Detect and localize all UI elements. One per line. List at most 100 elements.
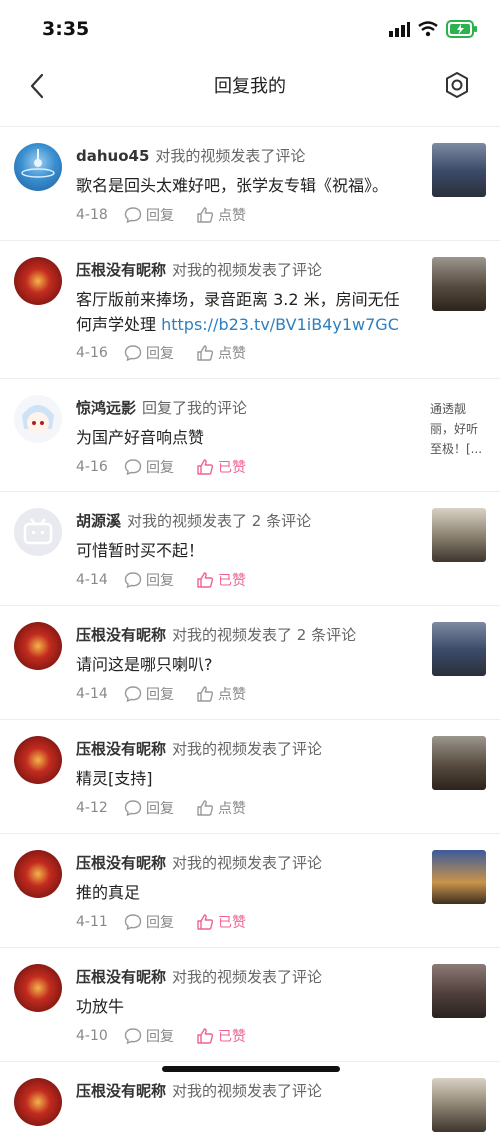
date: 4-16 xyxy=(76,459,108,475)
status-icons xyxy=(388,20,478,38)
action-text: 对我的视频发表了 2 条评论 xyxy=(127,512,312,530)
reply-button[interactable]: 回复 xyxy=(124,684,174,704)
like-button[interactable]: 点赞 xyxy=(196,205,246,225)
date: 4-16 xyxy=(76,345,108,361)
video-thumbnail[interactable] xyxy=(432,964,486,1018)
item-actions: 4-14 回复 点赞 xyxy=(76,684,246,704)
username[interactable]: 压根没有昵称 xyxy=(76,968,166,986)
signal-icon xyxy=(389,22,410,37)
username[interactable]: 压根没有昵称 xyxy=(76,626,166,644)
thumbs-up-icon xyxy=(197,914,214,930)
avatar[interactable] xyxy=(14,622,62,670)
item-actions: 4-12 回复 点赞 xyxy=(76,798,246,818)
like-button[interactable]: 点赞 xyxy=(196,684,246,704)
reply-button[interactable]: 回复 xyxy=(124,912,174,932)
comment-icon xyxy=(124,572,142,589)
action-text: 对我的视频发表了 2 条评论 xyxy=(172,626,357,644)
date: 4-12 xyxy=(76,800,108,816)
comment-text: 请问这是哪只喇叭? xyxy=(76,655,213,674)
nav-bar: 回复我的 xyxy=(0,60,500,127)
username[interactable]: 压根没有昵称 xyxy=(76,261,166,279)
item-meta: 胡源溪 对我的视频发表了 2 条评论 xyxy=(76,510,422,531)
comment-text: 客厅版前来捧场，录音距离 3.2 米，房间无任何声学处理 https://b23… xyxy=(76,290,400,334)
like-button[interactable]: 已赞 xyxy=(196,457,246,477)
action-text: 回复了我的评论 xyxy=(142,399,248,417)
avatar[interactable] xyxy=(14,736,62,784)
reply-button[interactable]: 回复 xyxy=(124,798,174,818)
username[interactable]: dahuo45 xyxy=(76,147,149,165)
thumbs-up-icon xyxy=(197,207,214,223)
reply-button[interactable]: 回复 xyxy=(124,343,174,363)
comment-icon xyxy=(124,207,142,224)
video-thumbnail[interactable] xyxy=(432,622,486,676)
like-button[interactable]: 点赞 xyxy=(196,798,246,818)
comment-icon xyxy=(124,459,142,476)
status-bar: 3:35 xyxy=(0,0,500,60)
item-meta: 压根没有昵称 对我的视频发表了评论 xyxy=(76,738,422,759)
reply-button[interactable]: 回复 xyxy=(124,1026,174,1046)
comment-text: 精灵[支持] xyxy=(76,769,153,788)
item-actions: 4-16 回复 已赞 xyxy=(76,457,246,477)
list-item[interactable]: 压根没有昵称 对我的视频发表了评论 推的真足 4-11 回复 已赞 xyxy=(0,834,500,948)
reply-button[interactable]: 回复 xyxy=(124,205,174,225)
home-indicator[interactable] xyxy=(162,1066,340,1072)
list-item[interactable]: dahuo45 对我的视频发表了评论 歌名是回头太难好吧，张学友专辑《祝福》。 4… xyxy=(0,127,500,241)
gear-icon xyxy=(446,72,468,98)
avatar[interactable] xyxy=(14,508,62,556)
list-item[interactable]: 压根没有昵称 对我的视频发表了评论 功放牛 4-10 回复 已赞 xyxy=(0,948,500,1062)
comment-icon xyxy=(124,1028,142,1045)
list-item[interactable]: 惊鸿远影 回复了我的评论 为国产好音响点赞 4-16 回复 已赞 通透靓丽，好听至… xyxy=(0,379,500,492)
comment-icon xyxy=(124,345,142,362)
avatar[interactable] xyxy=(14,964,62,1012)
comment-text: 功放牛 xyxy=(76,997,125,1016)
item-meta: 压根没有昵称 对我的视频发表了评论 xyxy=(76,1080,422,1101)
list-item[interactable]: 压根没有昵称 对我的视频发表了评论 精灵[支持] 4-12 回复 点赞 xyxy=(0,720,500,834)
reply-button[interactable]: 回复 xyxy=(124,570,174,590)
username[interactable]: 惊鸿远影 xyxy=(76,399,136,417)
avatar[interactable] xyxy=(14,395,62,443)
comment-icon xyxy=(124,686,142,703)
action-text: 对我的视频发表了评论 xyxy=(155,147,306,165)
date: 4-18 xyxy=(76,207,108,223)
thumbs-up-icon xyxy=(197,572,214,588)
thumbs-up-icon xyxy=(197,345,214,361)
comment-text: 歌名是回头太难好吧，张学友专辑《祝福》。 xyxy=(76,176,389,195)
thumbs-up-icon xyxy=(197,800,214,816)
settings-button[interactable] xyxy=(442,70,472,100)
video-thumbnail[interactable] xyxy=(432,508,486,562)
list-item[interactable]: 胡源溪 对我的视频发表了 2 条评论 可惜暂时买不起！ 4-14 回复 已赞 xyxy=(0,492,500,606)
item-actions: 4-11 回复 已赞 xyxy=(76,912,246,932)
username[interactable]: 胡源溪 xyxy=(76,512,121,530)
username[interactable]: 压根没有昵称 xyxy=(76,1082,166,1100)
avatar[interactable] xyxy=(14,143,62,191)
avatar[interactable] xyxy=(14,850,62,898)
username[interactable]: 压根没有昵称 xyxy=(76,854,166,872)
like-button[interactable]: 点赞 xyxy=(196,343,246,363)
avatar[interactable] xyxy=(14,257,62,305)
reply-list: dahuo45 对我的视频发表了评论 歌名是回头太难好吧，张学友专辑《祝福》。 4… xyxy=(0,127,500,1132)
video-thumbnail[interactable] xyxy=(432,1078,486,1132)
video-thumbnail[interactable] xyxy=(432,850,486,904)
item-actions: 4-14 回复 已赞 xyxy=(76,570,246,590)
video-thumbnail[interactable] xyxy=(432,736,486,790)
like-button[interactable]: 已赞 xyxy=(196,570,246,590)
item-meta: dahuo45 对我的视频发表了评论 xyxy=(76,145,422,166)
item-meta: 压根没有昵称 对我的视频发表了评论 xyxy=(76,259,422,280)
action-text: 对我的视频发表了评论 xyxy=(172,261,323,279)
username[interactable]: 压根没有昵称 xyxy=(76,740,166,758)
reply-button[interactable]: 回复 xyxy=(124,457,174,477)
original-comment-snippet[interactable]: 通透靓丽，好听至极！[... xyxy=(430,399,488,459)
avatar[interactable] xyxy=(14,1078,62,1126)
action-text: 对我的视频发表了评论 xyxy=(172,740,323,758)
comment-link[interactable]: https://b23.tv/BV1iB4y1w7GC xyxy=(161,315,399,334)
comment-text: 推的真足 xyxy=(76,883,141,902)
list-item[interactable]: 压根没有昵称 对我的视频发表了 2 条评论 请问这是哪只喇叭? 4-14 回复 点… xyxy=(0,606,500,720)
video-thumbnail[interactable] xyxy=(432,257,486,311)
item-actions: 4-16 回复 点赞 xyxy=(76,343,246,363)
like-button[interactable]: 已赞 xyxy=(196,1026,246,1046)
like-button[interactable]: 已赞 xyxy=(196,912,246,932)
comment-text: 为国产好音响点赞 xyxy=(76,428,205,447)
action-text: 对我的视频发表了评论 xyxy=(172,1082,323,1100)
video-thumbnail[interactable] xyxy=(432,143,486,197)
list-item[interactable]: 压根没有昵称 对我的视频发表了评论 客厅版前来捧场，录音距离 3.2 米，房间无任… xyxy=(0,241,500,379)
